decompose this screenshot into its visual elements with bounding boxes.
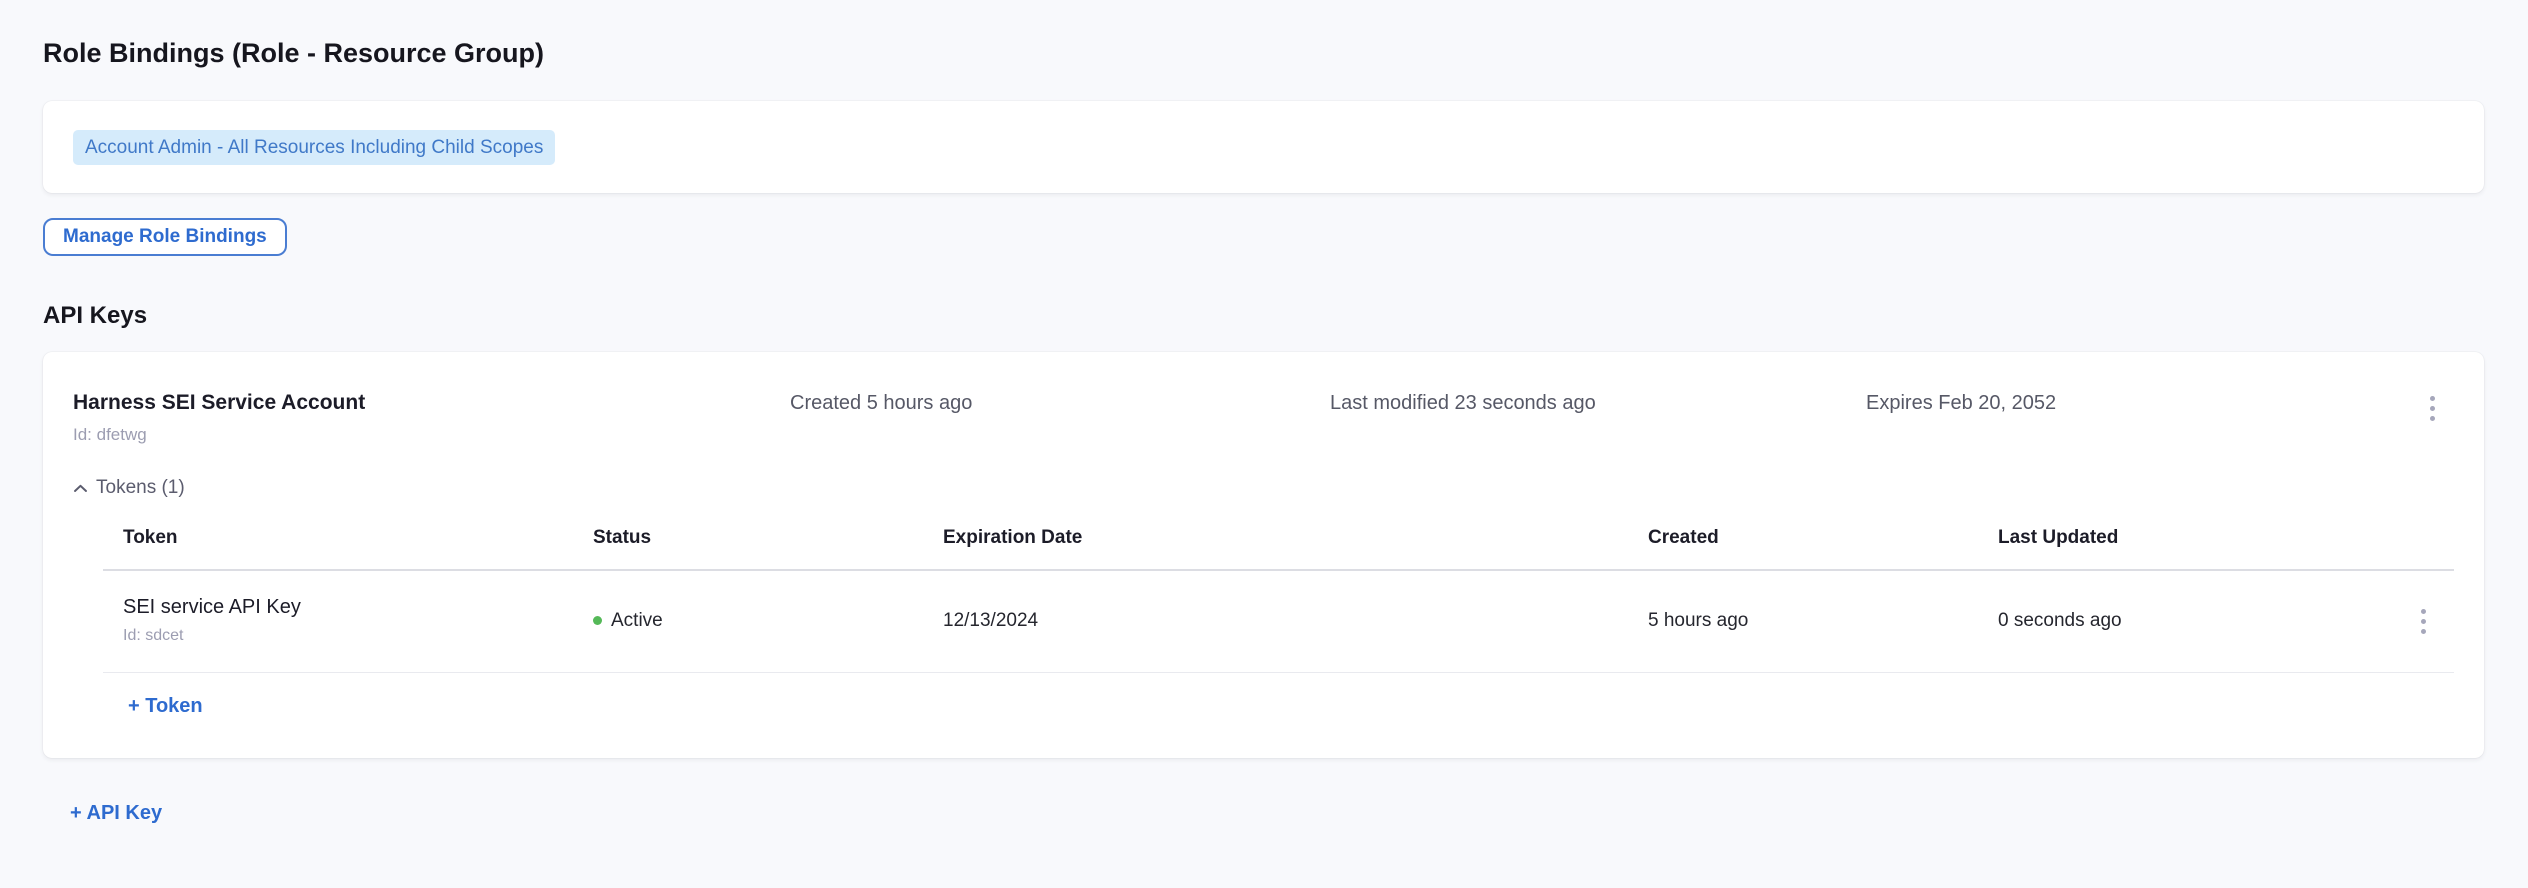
- status-active-dot-icon: [593, 616, 602, 625]
- header-last-updated: Last Updated: [1978, 513, 2393, 569]
- kebab-icon: [2430, 396, 2435, 401]
- token-row: SEI service API Key Id: sdcet Active 12/…: [103, 571, 2454, 673]
- add-token-link[interactable]: + Token: [128, 695, 203, 718]
- api-key-menu-button[interactable]: [2424, 390, 2441, 427]
- token-name-cell: SEI service API Key Id: sdcet: [103, 571, 573, 672]
- api-key-created: Created 5 hours ago: [790, 390, 1330, 416]
- tokens-table-header: Token Status Expiration Date Created Las…: [103, 513, 2454, 571]
- role-bindings-title: Role Bindings (Role - Resource Group): [43, 38, 2484, 69]
- chevron-up-icon: [73, 484, 88, 493]
- role-bindings-card: Account Admin - All Resources Including …: [43, 101, 2484, 193]
- api-key-id: Id: dfetwg: [73, 425, 790, 445]
- token-created-cell: 5 hours ago: [1628, 585, 1978, 659]
- tokens-toggle[interactable]: Tokens (1): [73, 477, 185, 499]
- token-status-cell: Active: [573, 585, 923, 659]
- service-account-page: Role Bindings (Role - Resource Group) Ac…: [0, 0, 2528, 825]
- api-key-name: Harness SEI Service Account: [73, 390, 790, 416]
- header-expiration-date: Expiration Date: [923, 513, 1628, 569]
- token-name: SEI service API Key: [123, 596, 573, 619]
- token-last-updated-cell: 0 seconds ago: [1978, 585, 2393, 659]
- token-id: Id: sdcet: [123, 627, 573, 645]
- header-status: Status: [573, 513, 923, 569]
- api-key-header: Harness SEI Service Account Id: dfetwg C…: [73, 390, 2454, 445]
- token-status: Active: [611, 610, 663, 632]
- role-binding-chip: Account Admin - All Resources Including …: [73, 130, 555, 165]
- kebab-icon: [2421, 609, 2426, 614]
- api-key-last-modified: Last modified 23 seconds ago: [1330, 390, 1866, 416]
- header-token: Token: [103, 513, 573, 569]
- tokens-table: Token Status Expiration Date Created Las…: [103, 513, 2454, 673]
- token-expiration-cell: 12/13/2024: [923, 585, 1628, 659]
- tokens-toggle-label: Tokens (1): [96, 477, 185, 499]
- header-created: Created: [1628, 513, 1978, 569]
- token-menu-button[interactable]: [2415, 603, 2432, 640]
- add-api-key-link[interactable]: + API Key: [70, 802, 162, 825]
- api-key-card: Harness SEI Service Account Id: dfetwg C…: [43, 352, 2484, 758]
- manage-role-bindings-button[interactable]: Manage Role Bindings: [43, 218, 287, 256]
- api-keys-title: API Keys: [43, 302, 2484, 330]
- api-key-name-block: Harness SEI Service Account Id: dfetwg: [73, 390, 790, 445]
- api-key-expires: Expires Feb 20, 2052: [1866, 390, 2410, 416]
